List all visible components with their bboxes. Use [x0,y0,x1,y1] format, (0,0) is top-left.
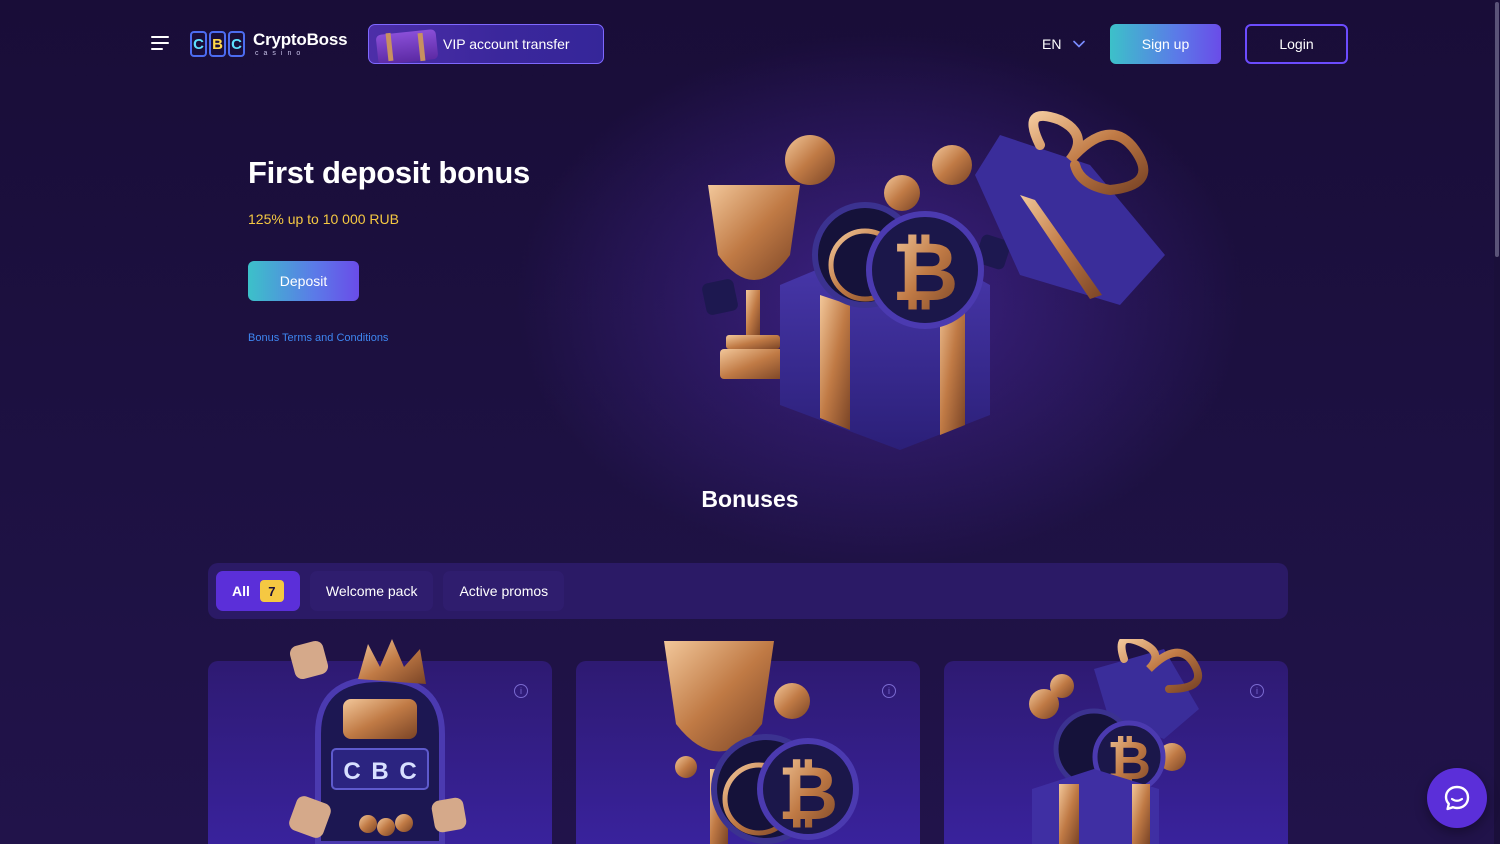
bonus-card[interactable]: ₿ i [576,641,920,844]
bonus-terms-link[interactable]: Bonus Terms and Conditions [248,332,388,344]
deposit-button[interactable]: Deposit [248,261,359,301]
trophy-bitcoin-illustration: ₿ [664,641,859,844]
login-button[interactable]: Login [1245,24,1348,64]
bonus-tabs: All 7 Welcome pack Active promos [208,563,1288,619]
chat-button[interactable] [1427,768,1487,828]
logo-tile-b: B [209,31,226,57]
language-selector[interactable]: EN [1042,36,1086,52]
vip-account-transfer-label: VIP account transfer [443,36,570,52]
slot-reel-b: B [371,758,388,785]
tab-all-count-badge: 7 [259,580,284,602]
briefcase-icon [369,25,439,63]
bonuses-title: Bonuses [701,486,799,512]
bonus-card[interactable]: C B C i [208,639,552,844]
logo-mark: C B C [190,31,245,57]
tab-welcome-pack[interactable]: Welcome pack [309,571,434,611]
svg-text:₿: ₿ [778,752,838,835]
tab-all-label: All [232,583,250,599]
scrollbar-thumb[interactable] [1495,2,1499,257]
menu-icon[interactable] [151,36,169,50]
hero-subtitle: 125% up to 10 000 RUB [248,211,399,227]
chevron-down-icon [1073,40,1086,48]
hero-title: First deposit bonus [248,155,530,190]
logo[interactable]: C B C CryptoBoss casino [190,30,348,58]
logo-subtitle: casino [255,50,306,57]
slot-reel-c: C [343,758,360,785]
language-code: EN [1042,36,1062,52]
info-icon[interactable]: i [882,684,896,698]
info-icon[interactable]: i [514,684,528,698]
svg-text:₿: ₿ [892,227,959,318]
tab-active-promos[interactable]: Active promos [443,571,565,611]
scrollbar[interactable] [1494,0,1500,844]
slot-machine-illustration: C B C [289,639,467,844]
info-icon[interactable]: i [1250,684,1264,698]
slot-reel-c: C [399,758,416,785]
gift-box-illustration: ₿ [1029,639,1203,844]
logo-tile-c: C [228,31,245,57]
tab-all[interactable]: All 7 [216,571,300,611]
hero-illustration: ₿ [702,111,1165,450]
bonus-card[interactable]: ₿ i [944,639,1288,844]
logo-name: CryptoBoss [253,30,348,49]
chat-bubble-icon [1444,785,1470,811]
vip-account-transfer-button[interactable]: VIP account transfer [368,24,604,64]
sign-up-button[interactable]: Sign up [1110,24,1221,64]
logo-tile-c: C [190,31,207,57]
